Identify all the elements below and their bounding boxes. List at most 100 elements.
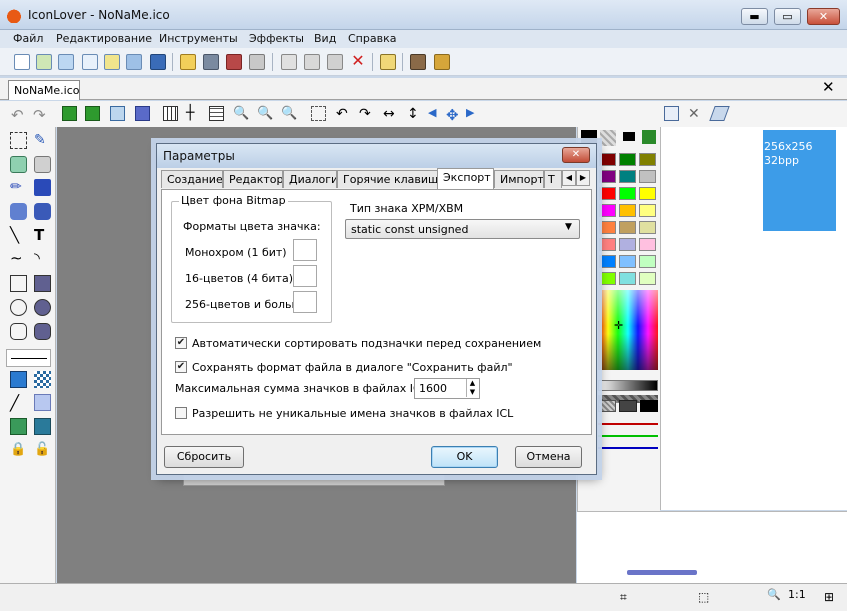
shift-right-icon[interactable]: ▶ bbox=[466, 106, 481, 121]
green-channel-bar[interactable] bbox=[598, 435, 658, 437]
tab-overflow[interactable]: Т bbox=[544, 170, 562, 188]
delete-icon[interactable]: ✕ bbox=[350, 53, 366, 70]
minimize-button[interactable]: ▬ bbox=[741, 8, 768, 25]
tab-scroll-right-icon[interactable]: ▶ bbox=[576, 170, 590, 186]
select-all-icon[interactable] bbox=[62, 106, 77, 121]
document-tab[interactable]: NoNaMe.ico bbox=[8, 80, 80, 100]
arc-icon[interactable]: ◝ bbox=[34, 249, 51, 267]
non-unique-names-checkbox[interactable] bbox=[175, 407, 187, 419]
save-icon[interactable] bbox=[203, 54, 219, 70]
fill-mode-icon[interactable] bbox=[10, 371, 27, 388]
crop-icon[interactable] bbox=[85, 106, 100, 121]
eraser-tool-icon[interactable] bbox=[10, 156, 27, 173]
color-swatch[interactable] bbox=[639, 170, 656, 183]
color-swatch[interactable] bbox=[619, 204, 636, 217]
eraser-icon[interactable] bbox=[709, 106, 730, 121]
color-swatch[interactable] bbox=[599, 272, 616, 285]
layer-down-icon[interactable] bbox=[10, 418, 27, 435]
resize-icon[interactable] bbox=[58, 54, 74, 70]
color16-color-box[interactable] bbox=[293, 265, 317, 287]
eyedropper-icon[interactable]: ✎ bbox=[34, 132, 51, 149]
color-swatch[interactable] bbox=[639, 221, 656, 234]
zoom-out-icon[interactable]: 🔍 bbox=[257, 106, 273, 121]
gradient-fill-icon[interactable] bbox=[34, 203, 51, 220]
color-swatch[interactable] bbox=[639, 204, 656, 217]
tab-editor[interactable]: Редактор bbox=[223, 170, 283, 188]
ellipse-icon[interactable] bbox=[10, 299, 27, 316]
color-swatch[interactable] bbox=[619, 272, 636, 285]
rotate-left-icon[interactable]: ↶ bbox=[336, 106, 351, 122]
print-icon[interactable] bbox=[249, 54, 265, 70]
grid-icon[interactable] bbox=[163, 106, 178, 121]
close-document-icon[interactable]: ✕ bbox=[822, 78, 835, 96]
mono-color-box[interactable] bbox=[293, 239, 317, 261]
color-swatch[interactable] bbox=[619, 153, 636, 166]
antialias-off-icon[interactable]: ╱ bbox=[10, 394, 27, 412]
spin-down-icon[interactable]: ▼ bbox=[466, 388, 478, 397]
dither-swatch-2[interactable] bbox=[619, 400, 637, 412]
icl-max-stepper[interactable]: 1600 ▲ ▼ bbox=[414, 378, 480, 399]
redo-icon[interactable]: ↷ bbox=[33, 106, 48, 124]
cut-icon[interactable] bbox=[281, 54, 297, 70]
keep-format-checkbox[interactable]: ✔ bbox=[175, 361, 187, 373]
color-swatch[interactable] bbox=[639, 238, 656, 251]
copy-icon[interactable] bbox=[304, 54, 320, 70]
line-width-selector[interactable] bbox=[6, 349, 51, 367]
color-swatch[interactable] bbox=[599, 170, 616, 183]
shift-icon[interactable]: ✥ bbox=[446, 106, 461, 124]
curve-icon[interactable]: ∼ bbox=[10, 249, 27, 267]
paste-icon[interactable] bbox=[327, 54, 343, 70]
save-all-icon[interactable] bbox=[226, 54, 242, 70]
color-swatch[interactable] bbox=[599, 187, 616, 200]
color-swatch[interactable] bbox=[619, 187, 636, 200]
text-icon[interactable]: T bbox=[34, 226, 51, 244]
maximize-button[interactable]: ▭ bbox=[774, 8, 801, 25]
color-swatch[interactable] bbox=[639, 255, 656, 268]
tab-scroll-left-icon[interactable]: ◀ bbox=[562, 170, 576, 186]
tab-import[interactable]: Импорт bbox=[494, 170, 544, 188]
spin-up-icon[interactable]: ▲ bbox=[466, 379, 478, 388]
menu-edit[interactable]: Редактирование bbox=[56, 32, 152, 45]
ico-format-icon[interactable] bbox=[150, 54, 166, 70]
color-swatch[interactable] bbox=[619, 221, 636, 234]
color-swatch[interactable] bbox=[599, 153, 616, 166]
pencil-icon[interactable]: ✏ bbox=[10, 179, 27, 196]
rectangle-icon[interactable] bbox=[10, 275, 27, 292]
zoom-in-icon[interactable]: 🔍 bbox=[233, 106, 249, 121]
antialias-on-icon[interactable] bbox=[34, 394, 51, 411]
unlock-icon[interactable]: 🔓 bbox=[34, 442, 51, 459]
zoom-text-icon[interactable]: 🔍 bbox=[281, 106, 297, 121]
properties-icon[interactable] bbox=[380, 54, 396, 70]
rotate-right-icon[interactable]: ↷ bbox=[359, 106, 374, 122]
menu-help[interactable]: Справка bbox=[348, 32, 396, 45]
color-swatch[interactable] bbox=[619, 238, 636, 251]
xpm-type-select[interactable]: static const unsigned ▼ bbox=[345, 219, 580, 239]
red-channel-bar[interactable] bbox=[598, 423, 658, 425]
color-swatch[interactable] bbox=[619, 255, 636, 268]
layer-up-icon[interactable] bbox=[34, 418, 51, 435]
filled-ellipse-icon[interactable] bbox=[34, 299, 51, 316]
new-icon[interactable] bbox=[14, 54, 30, 70]
rounded-rect-icon[interactable] bbox=[10, 323, 27, 340]
dialog-close-button[interactable]: ✕ bbox=[562, 147, 590, 163]
blue-channel-bar[interactable] bbox=[598, 447, 658, 449]
delete-format-icon[interactable]: ✕ bbox=[688, 106, 703, 122]
auto-sort-checkbox[interactable]: ✔ bbox=[175, 337, 187, 349]
undo-icon[interactable]: ↶ bbox=[11, 106, 26, 124]
transparency-icon[interactable] bbox=[135, 106, 150, 121]
menu-tools[interactable]: Инструменты bbox=[159, 32, 238, 45]
3d-box-icon[interactable] bbox=[110, 106, 125, 121]
tab-hotkeys[interactable]: Горячие клавиши bbox=[337, 170, 438, 188]
menu-view[interactable]: Вид bbox=[314, 32, 336, 45]
tab-create[interactable]: Создание bbox=[161, 170, 223, 188]
animate-icon[interactable] bbox=[104, 54, 120, 70]
shift-left-icon[interactable]: ◀ bbox=[428, 106, 443, 121]
color256-color-box[interactable] bbox=[293, 291, 317, 313]
flip-vertical-icon[interactable]: ↕ bbox=[407, 106, 422, 122]
color-swatch[interactable] bbox=[639, 153, 656, 166]
cancel-button[interactable]: Отмена bbox=[515, 446, 582, 468]
flip-horizontal-icon[interactable]: ↔ bbox=[383, 106, 398, 122]
library-icon[interactable] bbox=[126, 54, 142, 70]
color-swatch[interactable] bbox=[619, 170, 636, 183]
brightness-slider[interactable] bbox=[598, 380, 658, 391]
